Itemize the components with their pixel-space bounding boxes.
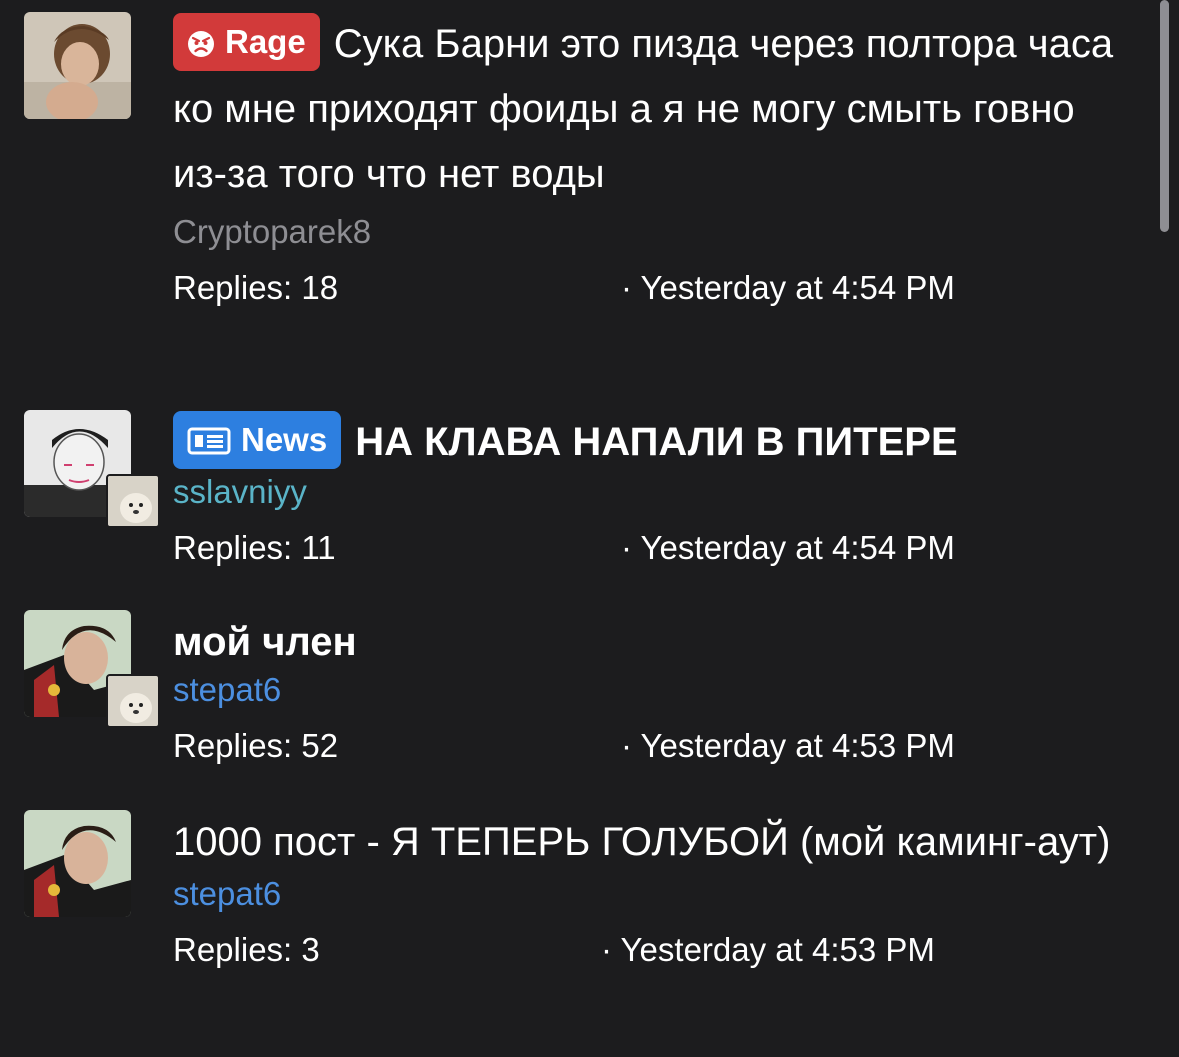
last-post-date[interactable]: · Yesterday at 4:53 PM (621, 721, 955, 771)
author-name[interactable]: Cryptoparek8 (173, 207, 1133, 257)
prefix-badge[interactable]: News (173, 411, 342, 469)
avatar-group (24, 610, 164, 740)
last-poster-avatar[interactable] (106, 674, 160, 728)
thread-meta: Replies: 11 · Yesterday at 4:54 PM (173, 523, 1133, 573)
replies-count: Replies: 11 (173, 529, 336, 566)
replies-count: Replies: 52 (173, 727, 339, 764)
last-post-date[interactable]: · Yesterday at 4:54 PM (621, 523, 955, 573)
last-post-date[interactable]: · Yesterday at 4:54 PM (621, 263, 955, 313)
thread-meta: Replies: 18 · Yesterday at 4:54 PM (173, 263, 1133, 313)
angry-face-icon (187, 18, 215, 76)
avatar[interactable] (24, 810, 131, 917)
replies-count: Replies: 18 (173, 269, 339, 306)
scrollbar[interactable] (1160, 0, 1169, 232)
prefix-label: Rage (225, 23, 306, 60)
author-name[interactable]: stepat6 (173, 869, 1133, 919)
thread-meta: Replies: 52 · Yesterday at 4:53 PM (173, 721, 1133, 771)
avatar-group (24, 12, 164, 142)
last-post-date[interactable]: · Yesterday at 4:53 PM (601, 925, 935, 975)
thread-title-text[interactable]: НА КЛАВА НАПАЛИ В ПИТЕРЕ (355, 420, 957, 464)
prefix-label: News (241, 421, 328, 458)
prefix-badge[interactable]: Rage (173, 13, 320, 71)
avatar-group (24, 810, 164, 940)
thread-title[interactable]: 1000 пост - Я ТЕПЕРЬ ГОЛУБОЙ (мой каминг… (173, 810, 1133, 875)
replies-count: Replies: 3 (173, 931, 320, 968)
thread-title[interactable]: Rage Сука Барни это пизда через полтора ч… (173, 12, 1133, 207)
thread-title[interactable]: News НА КЛАВА НАПАЛИ В ПИТЕРЕ (173, 410, 1133, 475)
newspaper-icon (187, 416, 231, 474)
last-poster-avatar[interactable] (106, 474, 160, 528)
thread-meta: Replies: 3 · Yesterday at 4:53 PM (173, 925, 1133, 975)
avatar[interactable] (24, 12, 131, 119)
avatar-group (24, 410, 164, 540)
